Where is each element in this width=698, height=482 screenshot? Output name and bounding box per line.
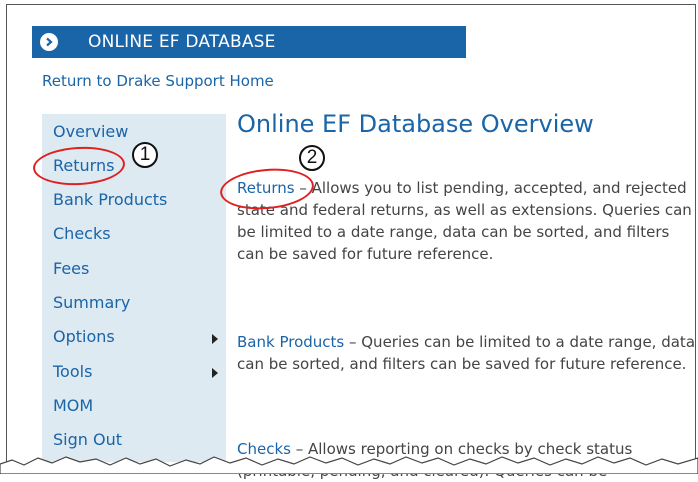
header-bar: ONLINE EF DATABASE xyxy=(32,26,466,58)
page-title: Online EF Database Overview xyxy=(237,110,594,138)
header-title: ONLINE EF DATABASE xyxy=(88,32,276,52)
tools-submenu-arrow-icon[interactable] xyxy=(212,368,218,378)
chevron-right-circle-icon xyxy=(40,33,58,51)
sidebar-item-summary[interactable]: Summary xyxy=(53,291,130,315)
sidebar-item-overview[interactable]: Overview xyxy=(53,120,128,144)
sidebar-item-mom[interactable]: MOM xyxy=(53,394,93,418)
sidebar-item-fees[interactable]: Fees xyxy=(53,257,89,281)
callout-number-2: 2 xyxy=(299,145,325,171)
sidebar-item-options[interactable]: Options xyxy=(53,325,115,349)
options-submenu-arrow-icon[interactable] xyxy=(212,334,218,344)
torn-edge xyxy=(0,456,698,474)
callout-number-1: 1 xyxy=(132,142,158,168)
bank-products-link[interactable]: Bank Products xyxy=(237,333,344,351)
sidebar-item-bank-products[interactable]: Bank Products xyxy=(53,188,167,212)
return-to-support-home-link[interactable]: Return to Drake Support Home xyxy=(42,72,274,90)
sidebar-item-checks[interactable]: Checks xyxy=(53,222,111,246)
sidebar-item-tools[interactable]: Tools xyxy=(53,360,92,384)
bank-products-description: Bank Products – Queries can be limited t… xyxy=(237,331,695,375)
